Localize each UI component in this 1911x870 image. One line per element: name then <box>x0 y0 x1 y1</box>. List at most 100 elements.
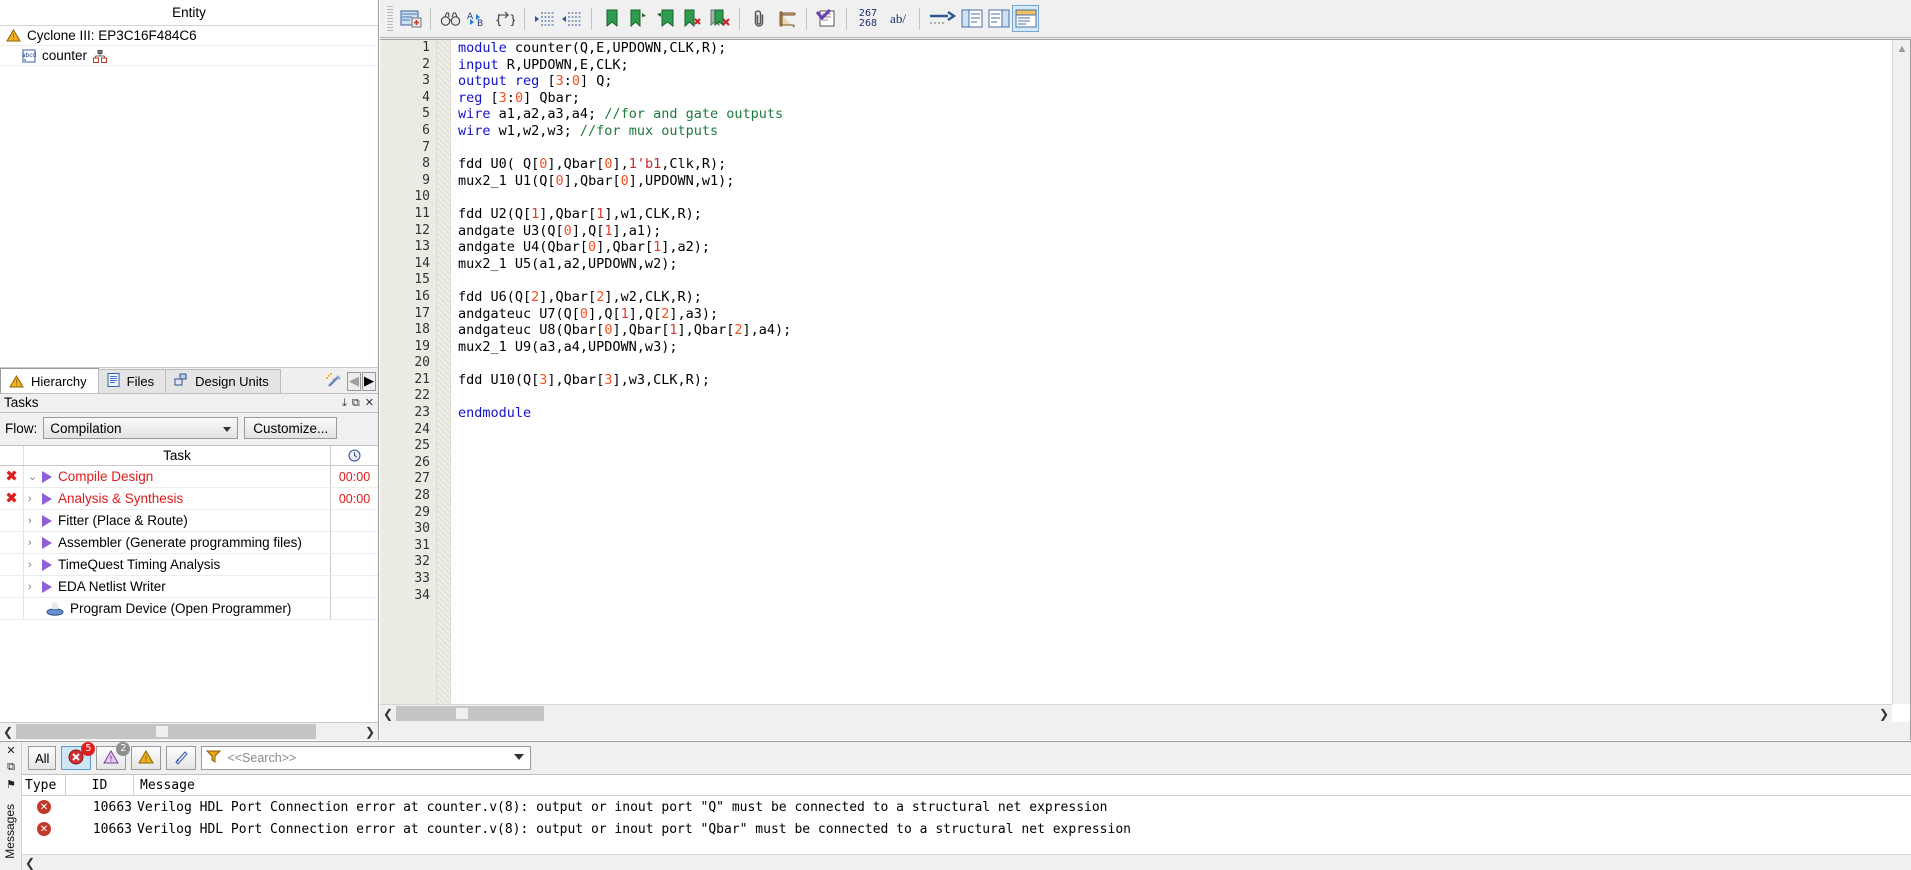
code-line[interactable] <box>458 272 1891 289</box>
code-line[interactable]: wire a1,a2,a3,a4; //for and gate outputs <box>458 106 1891 123</box>
code-line[interactable]: fdd U0( Q[0],Qbar[0],1'b1,Clk,R); <box>458 156 1891 173</box>
editor-horizontal-scrollbar[interactable]: ❮ ❯ <box>380 704 1892 722</box>
check-syntax-icon[interactable] <box>813 5 840 32</box>
table-row[interactable]: › Fitter (Place & Route) <box>0 510 378 532</box>
table-row[interactable]: ✕ 10663 Verilog HDL Port Connection erro… <box>22 796 1911 818</box>
code-line[interactable]: module counter(Q,E,UPDOWN,CLK,R); <box>458 40 1891 57</box>
code-line[interactable]: endmodule <box>458 405 1891 422</box>
code-editor[interactable]: 1 2 3 4 5 6 7 8 9 10 11 12 13 14 15 16 17 18 19 20 21 22 23 24 2… <box>380 39 1911 740</box>
code-line[interactable] <box>458 538 1891 555</box>
run-task-icon[interactable] <box>42 558 52 571</box>
editor-vertical-scrollbar[interactable]: ▲ <box>1892 40 1910 704</box>
code-line[interactable]: fdd U10(Q[3],Qbar[3],w3,CLK,R); <box>458 372 1891 389</box>
tab-design-units[interactable]: Design Units <box>165 369 281 393</box>
clear-bookmark-icon[interactable] <box>679 5 706 32</box>
chevron-down-icon[interactable] <box>514 754 525 760</box>
show-left-panel-icon[interactable] <box>958 5 985 32</box>
code-line[interactable]: andgateuc U8(Qbar[0],Qbar[1],Qbar[2],a4)… <box>458 322 1891 339</box>
goto-arrow-icon[interactable] <box>926 5 958 32</box>
table-row[interactable]: Program Device (Open Programmer) <box>0 598 378 620</box>
code-line[interactable] <box>458 388 1891 405</box>
line-numbers-icon[interactable]: 267 268 <box>853 5 883 32</box>
scroll-right-icon[interactable]: ❯ <box>362 723 378 740</box>
code-line[interactable] <box>458 455 1891 472</box>
scroll-left-icon[interactable]: ❮ <box>22 854 38 870</box>
messages-horizontal-scrollbar[interactable]: ❮ <box>22 854 1911 870</box>
code-line[interactable]: andgate U3(Q[0],Q[1],a1); <box>458 223 1891 240</box>
attach-clip-icon[interactable] <box>746 5 773 32</box>
code-line[interactable] <box>458 588 1891 605</box>
navigator-row-entity-counter[interactable]: abcd counter <box>0 46 378 66</box>
table-row[interactable]: › TimeQuest Timing Analysis <box>0 554 378 576</box>
find-binoculars-icon[interactable] <box>437 5 464 32</box>
run-task-icon[interactable] <box>42 580 52 593</box>
code-line[interactable]: wire w1,w2,w3; //for mux outputs <box>458 123 1891 140</box>
abbreviation-icon[interactable]: ab/ <box>883 5 913 32</box>
scroll-thumb[interactable] <box>396 706 544 721</box>
filter-errors-button[interactable]: 5 <box>61 742 96 770</box>
tasks-horizontal-scrollbar[interactable]: ❮ ❯ <box>0 722 378 740</box>
customize-button[interactable]: Customize... <box>244 417 338 439</box>
run-task-icon[interactable] <box>42 492 52 505</box>
filter-warnings-button[interactable]: ! <box>131 746 162 770</box>
expander-icon[interactable]: › <box>28 493 39 505</box>
code-line[interactable]: input R,UPDOWN,E,CLK; <box>458 57 1891 74</box>
scroll-thumb[interactable] <box>16 724 316 739</box>
code-line[interactable] <box>458 422 1891 439</box>
scroll-left-icon[interactable]: ❮ <box>0 723 16 740</box>
goto-line-icon[interactable]: { } <box>491 5 518 32</box>
tab-files[interactable]: Files <box>97 369 167 393</box>
scroll-track[interactable] <box>396 705 1876 722</box>
tabs-next-button[interactable]: ▶ <box>362 371 376 391</box>
expander-icon[interactable]: ⌄ <box>28 470 39 483</box>
flow-select[interactable]: Compilation <box>43 417 239 439</box>
tab-hierarchy[interactable]: ! Hierarchy <box>0 368 99 393</box>
tasks-close-icon[interactable]: ✕ <box>365 393 374 413</box>
scroll-track[interactable] <box>16 723 362 740</box>
scroll-document-icon[interactable] <box>773 5 800 32</box>
code-line[interactable] <box>458 521 1891 538</box>
previous-bookmark-icon[interactable] <box>652 5 679 32</box>
increase-indent-icon[interactable] <box>531 5 558 32</box>
filter-critical-warnings-button[interactable]: ! 2 <box>96 742 131 770</box>
show-toolbar-icon[interactable] <box>1012 5 1039 32</box>
table-row[interactable]: ✖ › Analysis & Synthesis 00:00 <box>0 488 378 510</box>
tasks-minimize-icon[interactable]: ⤓ <box>342 393 347 413</box>
code-line[interactable]: mux2_1 U5(a1,a2,UPDOWN,w2); <box>458 256 1891 273</box>
expander-icon[interactable]: › <box>28 559 39 571</box>
scroll-left-icon[interactable]: ❮ <box>380 705 396 722</box>
code-line[interactable] <box>458 438 1891 455</box>
table-row[interactable]: › EDA Netlist Writer <box>0 576 378 598</box>
run-task-icon[interactable] <box>42 536 52 549</box>
table-row[interactable]: ✖ ⌄ Compile Design 00:00 <box>0 466 378 488</box>
show-right-panel-icon[interactable] <box>985 5 1012 32</box>
code-line[interactable]: fdd U6(Q[2],Qbar[2],w2,CLK,R); <box>458 289 1891 306</box>
replace-icon[interactable]: AB <box>464 5 491 32</box>
expander-icon[interactable]: › <box>28 515 39 527</box>
code-line[interactable] <box>458 554 1891 571</box>
insert-template-icon[interactable] <box>397 5 424 32</box>
table-row[interactable]: ✕ 10663 Verilog HDL Port Connection erro… <box>22 818 1911 840</box>
messages-pin-icon[interactable]: ⚑ <box>0 776 22 793</box>
filter-all-button[interactable]: All <box>28 746 57 770</box>
code-text[interactable]: module counter(Q,E,UPDOWN,CLK,R); input R… <box>458 40 1891 704</box>
magic-wand-icon[interactable] <box>325 372 343 390</box>
code-line[interactable] <box>458 571 1891 588</box>
run-task-icon[interactable] <box>42 514 52 527</box>
decrease-indent-icon[interactable] <box>558 5 585 32</box>
code-line[interactable]: mux2_1 U1(Q[0],Qbar[0],UPDOWN,w1); <box>458 173 1891 190</box>
expander-icon[interactable]: › <box>28 537 39 549</box>
code-line[interactable] <box>458 355 1891 372</box>
clear-all-bookmarks-icon[interactable] <box>706 5 733 32</box>
navigator-row-device[interactable]: ! Cyclone III: EP3C16F484C6 <box>0 26 378 46</box>
table-row[interactable]: › Assembler (Generate programming files) <box>0 532 378 554</box>
tasks-float-icon[interactable]: ⧉ <box>352 393 360 413</box>
code-line[interactable]: output reg [3:0] Q; <box>458 73 1891 90</box>
messages-float-icon[interactable]: ⧉ <box>0 759 22 776</box>
code-line[interactable]: andgateuc U7(Q[0],Q[1],Q[2],a3); <box>458 306 1891 323</box>
search-input[interactable]: <<Search>> <box>201 746 532 770</box>
code-line[interactable] <box>458 505 1891 522</box>
run-task-icon[interactable] <box>42 470 52 483</box>
next-bookmark-icon[interactable] <box>625 5 652 32</box>
expander-icon[interactable]: › <box>28 581 39 593</box>
